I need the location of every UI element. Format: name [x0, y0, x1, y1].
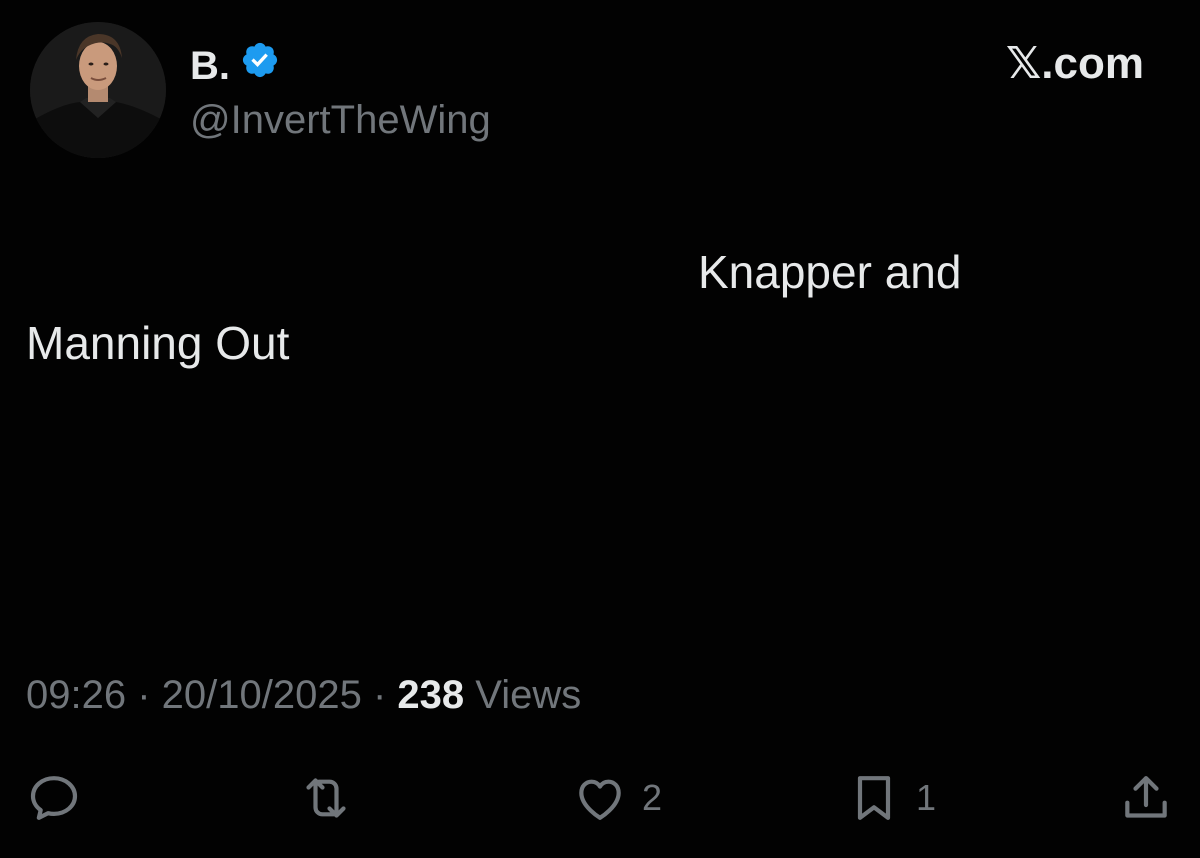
tweet-date[interactable]: 20/10/2025	[162, 673, 362, 717]
bookmark-icon	[857, 776, 891, 820]
tweet-text-line-1: Knapper and	[698, 246, 962, 298]
share-icon	[1125, 776, 1167, 818]
bookmark-count: 1	[916, 777, 937, 818]
like-count: 2	[642, 777, 663, 818]
tweet-time[interactable]: 09:26	[26, 673, 126, 717]
retweet-button[interactable]	[298, 770, 354, 826]
views-label: Views	[475, 673, 582, 717]
verified-badge-icon	[240, 40, 280, 91]
reply-button[interactable]	[26, 770, 82, 826]
avatar[interactable]	[30, 22, 166, 158]
retweet-icon	[306, 778, 346, 818]
action-bar: 2 1	[0, 760, 1200, 836]
meta-separator: ·	[361, 673, 398, 717]
author-name-row[interactable]: B.	[190, 40, 280, 91]
author-handle[interactable]: @InvertTheWing	[190, 96, 491, 144]
site-watermark: 𝕏.com	[1005, 39, 1144, 88]
author-display-name[interactable]: B.	[190, 42, 230, 90]
bookmark-button[interactable]: 1	[846, 770, 936, 826]
meta-separator: ·	[126, 673, 162, 717]
avatar-image	[30, 22, 166, 158]
reply-icon	[30, 776, 78, 820]
tweet-meta: 09:26 · 20/10/2025 · 238 Views	[26, 670, 581, 720]
tweet-text-line-2: Manning Out	[26, 317, 290, 369]
heart-icon	[579, 779, 621, 820]
share-button[interactable]	[1118, 770, 1174, 826]
like-button[interactable]: 2	[572, 770, 662, 826]
views-count: 238	[397, 673, 465, 717]
